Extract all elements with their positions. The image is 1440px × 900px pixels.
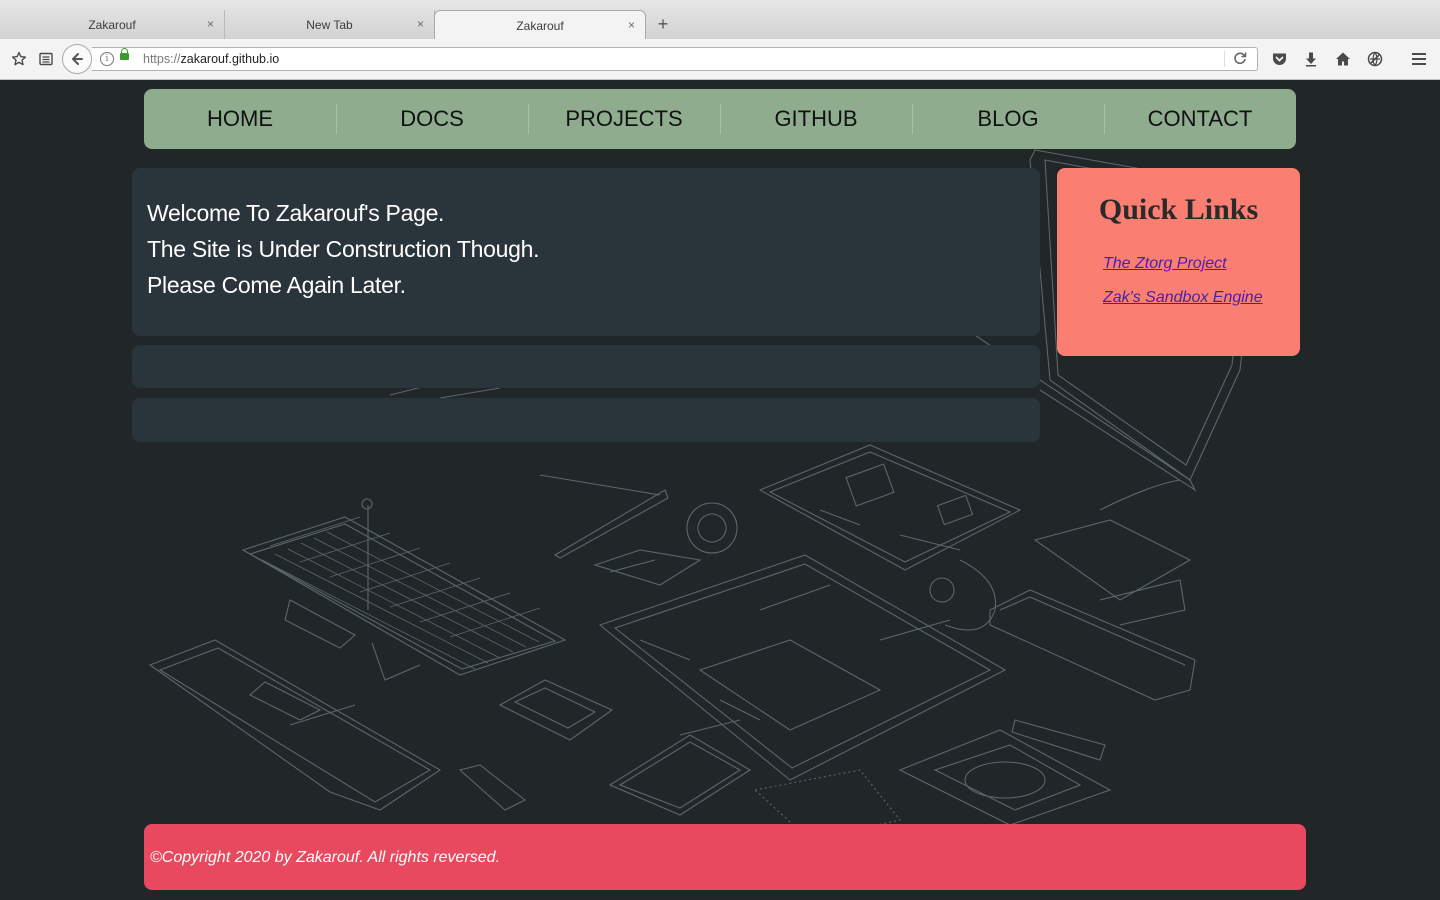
close-icon[interactable]: × [628, 18, 635, 32]
site-footer: ©Copyright 2020 by Zakarouf. All rights … [144, 824, 1306, 890]
tab-title: New Tab [306, 17, 353, 32]
nav-home[interactable]: HOME [144, 89, 336, 149]
home-icon[interactable] [1334, 50, 1352, 68]
reader-list-icon[interactable] [37, 50, 55, 68]
lock-icon[interactable] [120, 48, 129, 60]
addons-icon[interactable] [1366, 50, 1384, 68]
nav-projects[interactable]: PROJECTS [528, 89, 720, 149]
download-icon[interactable] [1302, 50, 1320, 68]
url-bar[interactable]: i https://zakarouf.github.io [92, 47, 1258, 71]
nav-github[interactable]: GITHUB [720, 89, 912, 149]
welcome-line: Please Come Again Later. [147, 272, 406, 298]
link-ztorg-project[interactable]: The Ztorg Project [1103, 255, 1227, 273]
browser-toolbar: i https://zakarouf.github.io [0, 39, 1440, 80]
web-page: HOME DOCS PROJECTS GITHUB BLOG CONTACT W… [0, 80, 1440, 900]
link-sandbox-engine[interactable]: Zak's Sandbox Engine [1103, 289, 1263, 307]
nav-contact[interactable]: CONTACT [1104, 89, 1296, 149]
pocket-icon[interactable] [1270, 50, 1288, 68]
new-tab-button[interactable]: + [654, 14, 672, 35]
empty-content-panel [132, 345, 1040, 388]
nav-docs[interactable]: DOCS [336, 89, 528, 149]
url-scheme: https:// [143, 52, 181, 66]
back-arrow-icon [72, 53, 83, 65]
welcome-line: The Site is Under Construction Though. [147, 236, 540, 262]
nav-blog[interactable]: BLOG [912, 89, 1104, 149]
browser-tab-active[interactable]: Zakarouf × [434, 10, 646, 40]
back-button[interactable] [62, 44, 92, 74]
url-host: zakarouf.github.io [180, 52, 280, 66]
site-nav: HOME DOCS PROJECTS GITHUB BLOG CONTACT [144, 89, 1296, 149]
close-icon[interactable]: × [417, 17, 424, 31]
welcome-line: Welcome To Zakarouf's Page. [147, 200, 445, 226]
welcome-panel: Welcome To Zakarouf's Page. The Site is … [132, 168, 1040, 336]
quick-links-title: Quick Links [1098, 193, 1259, 226]
close-icon[interactable]: × [207, 17, 214, 31]
url-divider [1224, 51, 1225, 67]
empty-content-panel [132, 398, 1040, 442]
browser-tab[interactable]: New Tab × [225, 10, 435, 39]
reload-icon[interactable] [1233, 51, 1247, 68]
menu-icon[interactable] [1410, 50, 1428, 68]
browser-tab[interactable]: Zakarouf × [0, 10, 225, 39]
copyright-text: ©Copyright 2020 by Zakarouf. All rights … [150, 849, 501, 866]
quick-links-box: Quick Links The Ztorg Project Zak's Sand… [1057, 168, 1300, 356]
browser-tab-strip: Zakarouf × New Tab × Zakarouf × + [0, 0, 1440, 40]
bookmark-star-icon[interactable] [10, 50, 28, 68]
info-icon[interactable]: i [100, 52, 114, 66]
tab-title: Zakarouf [88, 17, 136, 32]
url-text[interactable]: https://zakarouf.github.io [143, 52, 279, 66]
tab-title: Zakarouf [516, 18, 564, 33]
